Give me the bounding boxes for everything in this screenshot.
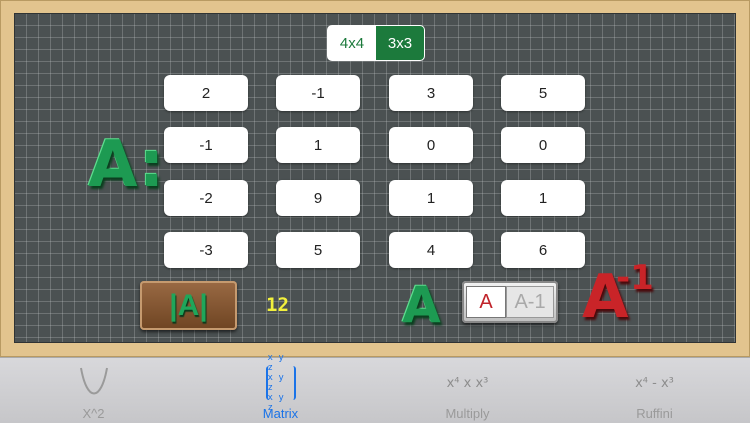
tab-multiply[interactable]: x⁴ x x³ Multiply bbox=[374, 358, 561, 423]
matrix-cell-input[interactable]: 5 bbox=[276, 232, 360, 268]
inverse-exponent: -1 bbox=[616, 258, 654, 298]
size-option-3x3[interactable]: 3x3 bbox=[376, 26, 424, 60]
matrix-inverse-toggle[interactable]: A A-1 bbox=[462, 281, 558, 323]
determinant-value: 12 bbox=[266, 294, 289, 316]
tab-x-squared[interactable]: X^2 bbox=[0, 358, 187, 423]
matrix-cell-input[interactable]: 3 bbox=[389, 75, 473, 111]
tab-matrix[interactable]: x y z x y z x y z Matrix bbox=[187, 353, 374, 423]
matrix-cell-input[interactable]: -3 bbox=[164, 232, 248, 268]
matrix-size-selector[interactable]: 4x4 3x3 bbox=[327, 25, 425, 61]
parabola-icon bbox=[0, 366, 187, 400]
toggle-option-a[interactable]: A bbox=[466, 286, 506, 318]
multiply-icon: x⁴ x x³ bbox=[374, 366, 561, 400]
toggle-option-a-inverse[interactable]: A-1 bbox=[506, 286, 554, 318]
matrix-cell-input[interactable]: -2 bbox=[164, 180, 248, 216]
matrix-label: A: bbox=[88, 128, 165, 202]
matrix-cell-input[interactable]: 1 bbox=[276, 127, 360, 163]
matrix-cell-input[interactable]: 0 bbox=[501, 127, 585, 163]
tab-label: Ruffini bbox=[636, 406, 673, 421]
matrix-cell-input[interactable]: 0 bbox=[389, 127, 473, 163]
tab-ruffini[interactable]: x⁴ - x³ Ruffini bbox=[561, 358, 748, 423]
matrix-icon-row: x y z bbox=[267, 373, 284, 393]
tab-label: Multiply bbox=[445, 406, 490, 421]
matrix-icon-row: x y z bbox=[267, 353, 284, 373]
matrix-cell-input[interactable]: 1 bbox=[501, 180, 585, 216]
size-option-4x4[interactable]: 4x4 bbox=[328, 26, 376, 60]
matrix-cell-input[interactable]: -1 bbox=[164, 127, 248, 163]
matrix-cell-input[interactable]: 1 bbox=[389, 180, 473, 216]
matrix-cell-input[interactable]: 4 bbox=[389, 232, 473, 268]
ruffini-icon: x⁴ - x³ bbox=[561, 366, 748, 400]
matrix-cell-input[interactable]: -1 bbox=[276, 75, 360, 111]
multiply-icon-text: x⁴ x x³ bbox=[446, 375, 489, 391]
current-matrix-label: A bbox=[402, 276, 441, 334]
tab-label: Matrix bbox=[262, 406, 299, 421]
tab-bar: X^2 x y z x y z x y z Matrix x⁴ x x³ Mul… bbox=[0, 353, 750, 423]
matrix-cell-input[interactable]: 5 bbox=[501, 75, 585, 111]
determinant-button[interactable]: |A| bbox=[140, 281, 237, 330]
matrix-icon: x y z x y z x y z bbox=[187, 353, 374, 413]
inverse-label: A -1 bbox=[582, 258, 654, 332]
tab-label: X^2 bbox=[82, 406, 105, 421]
ruffini-icon-text: x⁴ - x³ bbox=[635, 375, 674, 391]
matrix-cell-input[interactable]: 6 bbox=[501, 232, 585, 268]
matrix-cell-input[interactable]: 2 bbox=[164, 75, 248, 111]
matrix-cell-input[interactable]: 9 bbox=[276, 180, 360, 216]
